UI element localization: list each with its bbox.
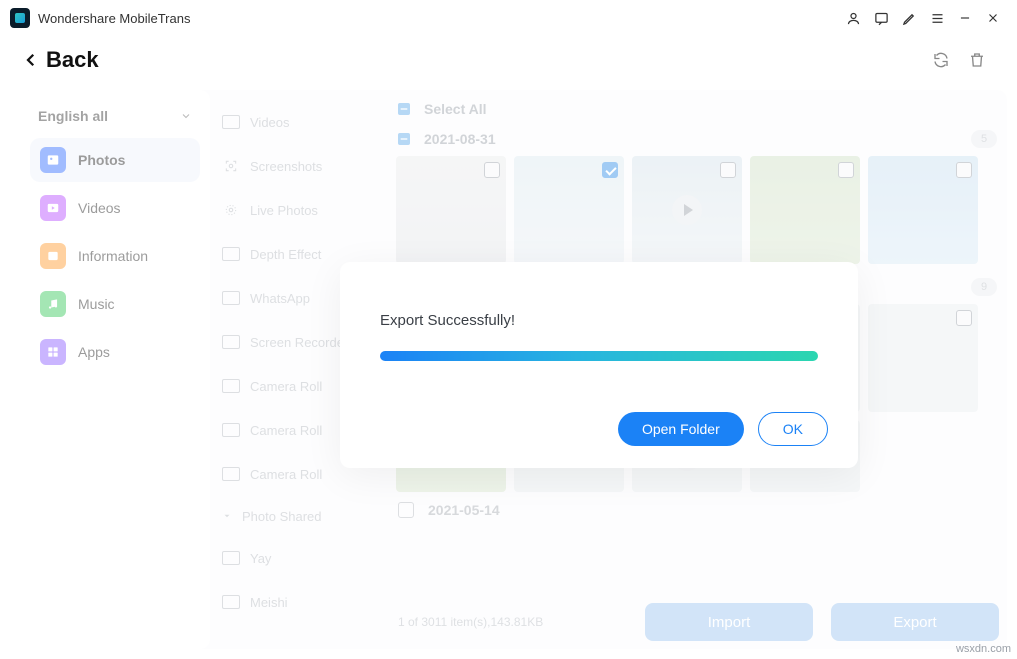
checkbox-indeterminate-icon[interactable]: [396, 101, 412, 117]
chevron-down-icon: [180, 110, 192, 122]
screenshot-icon: [222, 159, 240, 173]
ok-button[interactable]: OK: [758, 412, 828, 446]
sidebar-item-label: Apps: [78, 344, 110, 360]
folder-icon: [222, 291, 240, 305]
information-icon: [40, 243, 66, 269]
app-title: Wondershare MobileTrans: [38, 11, 190, 26]
sidebar-item-apps[interactable]: Apps: [30, 330, 200, 374]
thumbnail-checkbox[interactable]: [838, 162, 854, 178]
folder-label: Camera Roll: [250, 423, 322, 438]
sidebar-item-label: Music: [78, 296, 115, 312]
folder-label: Screen Recorder: [250, 335, 348, 350]
open-folder-button[interactable]: Open Folder: [618, 412, 744, 446]
thumbnail[interactable]: [750, 156, 860, 264]
back-label: Back: [46, 47, 99, 73]
folder-icon: [222, 467, 240, 481]
thumbnail-checkbox[interactable]: [484, 162, 500, 178]
group-date-label: 2021-05-14: [428, 502, 500, 518]
folder-label: Yay: [250, 551, 271, 566]
export-button[interactable]: Export: [831, 603, 999, 641]
refresh-icon[interactable]: [923, 42, 959, 78]
menu-icon[interactable]: [923, 4, 951, 32]
thumbnail[interactable]: [632, 156, 742, 264]
thumbnail[interactable]: [868, 156, 978, 264]
videos-icon: [40, 195, 66, 221]
thumbnail-checkbox[interactable]: [956, 162, 972, 178]
folder-item[interactable]: Screenshots: [218, 144, 386, 188]
app-icon: [10, 8, 30, 28]
import-button[interactable]: Import: [645, 603, 813, 641]
group-count-badge: 5: [971, 130, 997, 148]
folder-label: Camera Roll: [250, 379, 322, 394]
titlebar: Wondershare MobileTrans: [0, 0, 1017, 36]
group-count-badge: 9: [971, 278, 997, 296]
folder-label: Camera Roll: [250, 467, 322, 482]
folder-icon: [222, 247, 240, 261]
folder-item[interactable]: Meishi: [218, 580, 386, 624]
sidebar-item-label: Information: [78, 248, 148, 264]
folder-section[interactable]: Photo Shared: [218, 496, 386, 536]
play-icon: [672, 195, 702, 225]
folder-label: WhatsApp: [250, 291, 310, 306]
progress-bar: [380, 351, 818, 361]
music-icon: [40, 291, 66, 317]
thumbnail-row: [396, 156, 997, 264]
watermark: wsxdn.com: [956, 643, 1011, 655]
sidebar-item-information[interactable]: Information: [30, 234, 200, 278]
sidebar-item-videos[interactable]: Videos: [30, 186, 200, 230]
language-dropdown[interactable]: English all: [30, 102, 200, 138]
bottom-bar: 1 of 3011 item(s),143.81KB Import Export: [398, 603, 999, 641]
folder-label: Meishi: [250, 595, 288, 610]
folder-section-label: Photo Shared: [242, 509, 322, 524]
sidebar-item-label: Videos: [78, 200, 121, 216]
folder-label: Videos: [250, 115, 290, 130]
thumbnail[interactable]: [396, 156, 506, 264]
thumbnail-checkbox[interactable]: [720, 162, 736, 178]
status-label: 1 of 3011 item(s),143.81KB: [398, 615, 543, 629]
folder-label: Depth Effect: [250, 247, 321, 262]
close-button[interactable]: [979, 4, 1007, 32]
folder-item[interactable]: Live Photos: [218, 188, 386, 232]
sidebar-item-label: Photos: [78, 152, 125, 168]
modal-title: Export Successfully!: [380, 312, 818, 329]
export-success-modal: Export Successfully! Open Folder OK: [340, 262, 858, 468]
back-button[interactable]: Back: [22, 47, 99, 73]
folder-icon: [222, 551, 240, 565]
checkbox-indeterminate-icon[interactable]: [396, 131, 412, 147]
folder-icon: [222, 335, 240, 349]
folder-icon: [222, 379, 240, 393]
import-button-label: Import: [708, 614, 751, 631]
language-label: English all: [38, 108, 108, 124]
caret-down-icon: [222, 511, 232, 521]
ok-label: OK: [783, 421, 803, 437]
thumbnail-checkbox[interactable]: [602, 162, 618, 178]
folder-item[interactable]: Yay: [218, 536, 386, 580]
sidebar-item-photos[interactable]: Photos: [30, 138, 200, 182]
thumbnail[interactable]: [868, 304, 978, 412]
sidebar: English all Photos Videos Information: [20, 90, 210, 649]
toolbar: Back: [0, 36, 1017, 84]
folder-icon: [222, 595, 240, 609]
open-folder-label: Open Folder: [642, 421, 720, 437]
apps-icon: [40, 339, 66, 365]
feedback-icon[interactable]: [867, 4, 895, 32]
trash-icon[interactable]: [959, 42, 995, 78]
folder-label: Live Photos: [250, 203, 318, 218]
select-all-label[interactable]: Select All: [424, 101, 487, 117]
folder-icon: [222, 423, 240, 437]
folder-item[interactable]: Videos: [218, 100, 386, 144]
sidebar-item-music[interactable]: Music: [30, 282, 200, 326]
checkbox[interactable]: [398, 502, 414, 518]
thumbnail[interactable]: [514, 156, 624, 264]
thumbnail-checkbox[interactable]: [956, 310, 972, 326]
account-icon[interactable]: [839, 4, 867, 32]
photos-icon: [40, 147, 66, 173]
edit-icon[interactable]: [895, 4, 923, 32]
livephoto-icon: [222, 203, 240, 217]
export-button-label: Export: [893, 614, 936, 631]
minimize-button[interactable]: [951, 4, 979, 32]
folder-icon: [222, 115, 240, 129]
group-date-label: 2021-08-31: [424, 131, 496, 147]
folder-label: Screenshots: [250, 159, 322, 174]
